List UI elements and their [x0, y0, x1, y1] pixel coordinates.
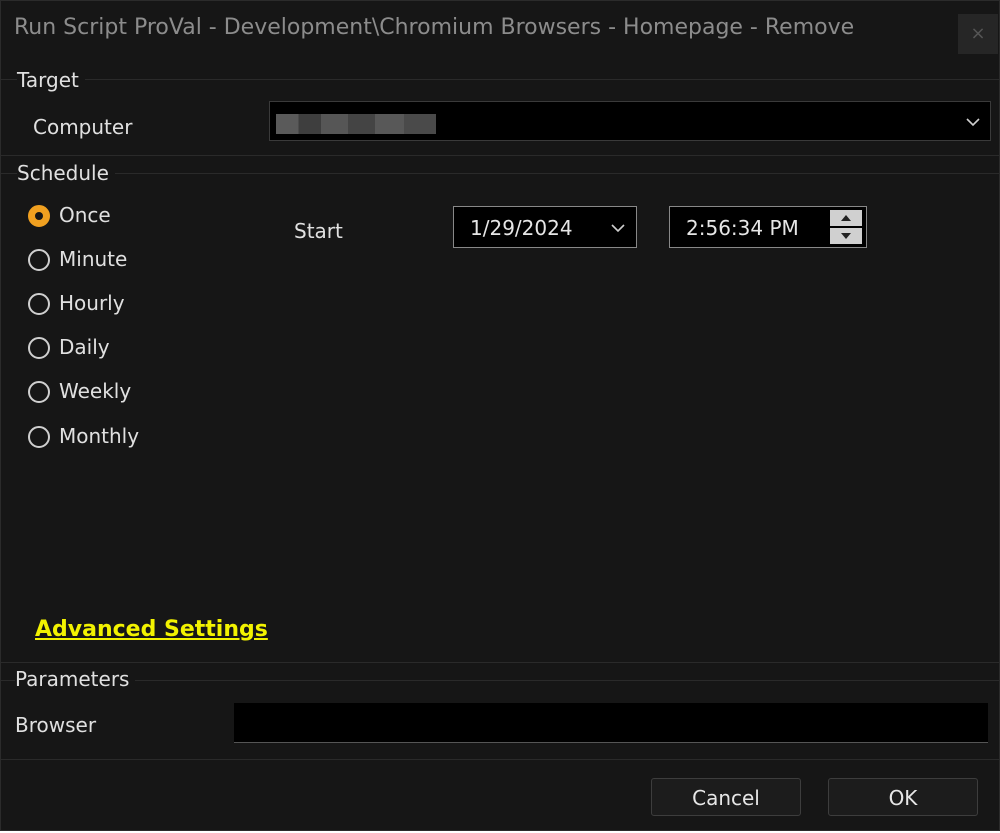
window-title: Run Script ProVal - Development\Chromium… [14, 15, 855, 40]
run-script-dialog: Run Script ProVal - Development\Chromium… [0, 0, 1000, 831]
advanced-settings-link[interactable]: Advanced Settings [35, 617, 268, 642]
chevron-down-icon [966, 118, 980, 127]
start-date-picker[interactable]: 1/29/2024 [453, 206, 637, 248]
ok-button[interactable]: OK [828, 778, 978, 816]
radio-monthly-indicator [28, 426, 50, 448]
schedule-top-divider [1, 155, 999, 156]
parameters-top-divider [1, 662, 999, 663]
title-bar[interactable]: Run Script ProVal - Development\Chromium… [1, 1, 999, 63]
radio-minute-indicator [28, 249, 50, 271]
radio-weekly-indicator [28, 381, 50, 403]
time-spinner [830, 210, 862, 244]
spin-down-icon[interactable] [830, 228, 862, 244]
radio-daily-indicator [28, 337, 50, 359]
radio-once-label: Once [59, 203, 111, 227]
target-section-label: Target [17, 68, 85, 92]
radio-once-indicator [28, 205, 50, 227]
footer-divider [1, 759, 999, 760]
parameters-divider [1, 680, 999, 681]
computer-select[interactable] [269, 101, 991, 141]
radio-monthly-label: Monthly [59, 424, 140, 448]
start-date-value: 1/29/2024 [470, 216, 573, 240]
schedule-divider [1, 173, 999, 174]
start-time-picker[interactable]: 2:56:34 PM [669, 206, 867, 248]
computer-label: Computer [33, 115, 133, 139]
start-label: Start [294, 219, 343, 243]
spin-up-icon[interactable] [830, 210, 862, 226]
radio-minute-label: Minute [59, 247, 128, 271]
cancel-button[interactable]: Cancel [651, 778, 801, 816]
radio-hourly-indicator [28, 293, 50, 315]
radio-daily-label: Daily [59, 335, 110, 359]
parameters-section-label: Parameters [15, 667, 136, 691]
schedule-section-label: Schedule [17, 161, 115, 185]
start-time-value: 2:56:34 PM [686, 216, 799, 240]
chevron-down-icon[interactable] [611, 221, 625, 235]
browser-input[interactable] [234, 703, 988, 743]
browser-label: Browser [15, 713, 97, 737]
target-divider [1, 79, 999, 80]
close-button[interactable]: × [958, 14, 998, 54]
close-icon: × [970, 23, 986, 44]
radio-weekly-label: Weekly [59, 379, 132, 403]
redacted-computer-name [276, 114, 436, 134]
radio-hourly-label: Hourly [59, 291, 125, 315]
